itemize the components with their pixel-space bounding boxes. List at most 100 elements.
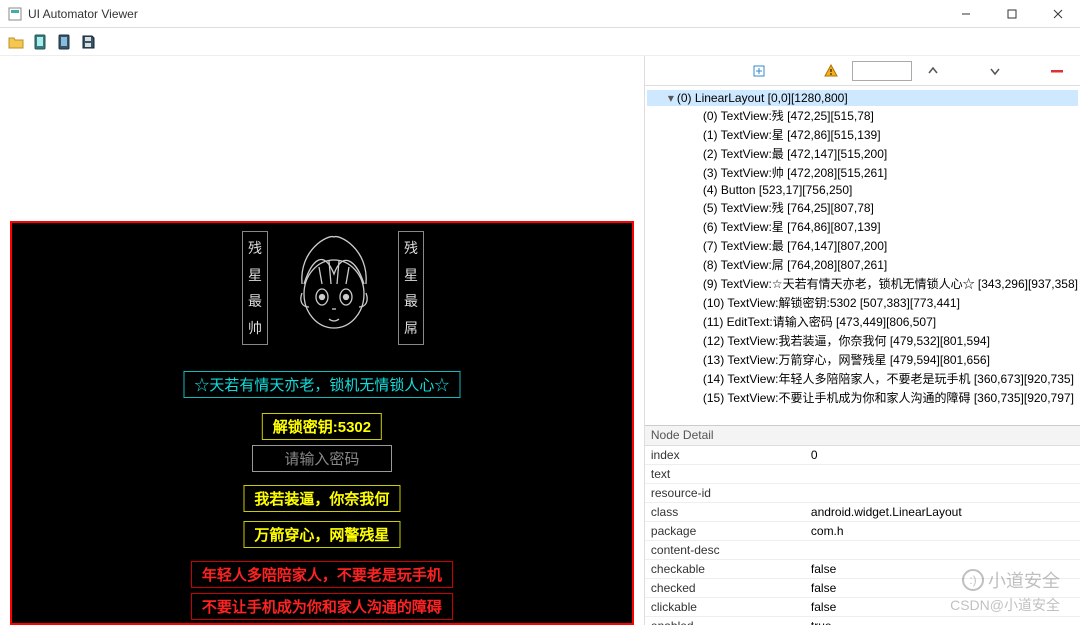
titlebar: UI Automator Viewer: [0, 0, 1080, 28]
detail-value: 0: [805, 446, 1080, 465]
detail-key: package: [645, 522, 805, 541]
detail-key: checkable: [645, 560, 805, 579]
tree-node-label: (0) LinearLayout [0,0][1280,800]: [677, 91, 848, 105]
hierarchy-tree[interactable]: ▾(0) LinearLayout [0,0][1280,800](0) Tex…: [645, 86, 1080, 425]
tree-node[interactable]: (11) EditText:请输入密码 [473,449][806,507]: [647, 312, 1078, 331]
collapse-all-button[interactable]: [1044, 60, 1070, 82]
tree-node-label: (5) TextView:残 [764,25][807,78]: [703, 201, 874, 215]
minimize-button[interactable]: [952, 4, 980, 24]
tree-node[interactable]: (13) TextView:万箭穿心，网警残星 [479,594][801,65…: [647, 350, 1078, 369]
vchar: 星: [248, 262, 262, 289]
next-match-button[interactable]: [982, 60, 1008, 82]
tree-node[interactable]: (1) TextView:星 [472,86][515,139]: [647, 125, 1078, 144]
save-button[interactable]: [78, 32, 98, 52]
tree-node-label: (2) TextView:最 [472,147][515,200]: [703, 147, 887, 161]
device-preview-pane: 残 星 最 帅: [0, 56, 645, 625]
dump-hierarchy-button[interactable]: [54, 32, 74, 52]
tree-node-label: (15) TextView:不要让手机成为你和家人沟通的障碍 [360,735]…: [703, 391, 1074, 405]
unlock-key-line: 解锁密钥:5302: [262, 413, 382, 440]
tree-node[interactable]: (0) TextView:残 [472,25][515,78]: [647, 106, 1078, 125]
detail-key: index: [645, 446, 805, 465]
tree-node[interactable]: (2) TextView:最 [472,147][515,200]: [647, 144, 1078, 163]
detail-value: true: [805, 617, 1080, 625]
tree-node-label: (1) TextView:星 [472,86][515,139]: [703, 128, 881, 142]
main-area: 残 星 最 帅: [0, 56, 1080, 625]
detail-row: enabledtrue: [645, 617, 1080, 625]
detail-value: false: [805, 560, 1080, 579]
detail-row: text: [645, 465, 1080, 484]
warning-icon[interactable]: [818, 60, 844, 82]
vchar: 星: [404, 262, 418, 289]
detail-value: false: [805, 598, 1080, 617]
detail-row: checkedfalse: [645, 579, 1080, 598]
arrow-line: 万箭穿心，网警残星: [243, 521, 400, 548]
tree-node-label: (4) Button [523,17][756,250]: [703, 183, 852, 197]
detail-value: android.widget.LinearLayout: [805, 503, 1080, 522]
tree-node-label: (8) TextView:屌 [764,208][807,261]: [703, 258, 887, 272]
detail-row: clickablefalse: [645, 598, 1080, 617]
tree-node-label: (14) TextView:年轻人多陪陪家人，不要老是玩手机 [360,673]…: [703, 372, 1074, 386]
tree-node-label: (12) TextView:我若装逼，你奈我何 [479,532][801,59…: [703, 334, 990, 348]
vchar: 屌: [404, 315, 418, 342]
detail-key: enabled: [645, 617, 805, 625]
node-detail-header: Node Detail: [645, 426, 1080, 446]
collapse-icon[interactable]: ▾: [665, 91, 677, 105]
vchar: 残: [404, 235, 418, 262]
tree-node[interactable]: (9) TextView:☆天若有情天亦老，锁机无情锁人心☆ [343,296]…: [647, 274, 1078, 293]
tree-node[interactable]: (4) Button [523,17][756,250]: [647, 182, 1078, 198]
tree-node[interactable]: (8) TextView:屌 [764,208][807,261]: [647, 255, 1078, 274]
detail-value: [805, 484, 1080, 503]
vchar: 残: [248, 235, 262, 262]
device-frame: 残 星 最 帅: [10, 221, 634, 625]
right-pane: ▾(0) LinearLayout [0,0][1280,800](0) Tex…: [645, 56, 1080, 625]
tree-node-label: (10) TextView:解锁密钥:5302 [507,383][773,44…: [703, 296, 960, 310]
detail-row: checkablefalse: [645, 560, 1080, 579]
detail-value: false: [805, 579, 1080, 598]
tree-node[interactable]: (10) TextView:解锁密钥:5302 [507,383][773,44…: [647, 293, 1078, 312]
tree-node-label: (7) TextView:最 [764,147][807,200]: [703, 239, 887, 253]
tree-node[interactable]: ▾(0) LinearLayout [0,0][1280,800]: [647, 90, 1078, 106]
boast-line: 我若装逼，你奈我何: [243, 485, 400, 512]
device-screenshot-button[interactable]: [30, 32, 50, 52]
tree-node[interactable]: (6) TextView:星 [764,86][807,139]: [647, 217, 1078, 236]
node-detail-table: index0textresource-idclassandroid.widget…: [645, 446, 1080, 625]
anime-face-image: [284, 229, 384, 349]
app-icon: [8, 7, 22, 21]
maximize-button[interactable]: [998, 4, 1026, 24]
tree-toolbar: [645, 56, 1080, 86]
tree-node[interactable]: (3) TextView:帅 [472,208][515,261]: [647, 163, 1078, 182]
tree-node-label: (6) TextView:星 [764,86][807,139]: [703, 220, 881, 234]
vertical-text-left: 残 星 最 帅: [242, 231, 268, 345]
vertical-text-right: 残 星 最 屌: [398, 231, 424, 345]
tree-node-label: (3) TextView:帅 [472,208][515,261]: [703, 166, 887, 180]
toolbar: [0, 28, 1080, 56]
password-input[interactable]: 请输入密码: [252, 445, 392, 472]
tree-node-label: (11) EditText:请输入密码 [473,449][806,507]: [703, 315, 936, 329]
vchar: 最: [404, 288, 418, 315]
detail-row: content-desc: [645, 541, 1080, 560]
family-line-2: 不要让手机成为你和家人沟通的障碍: [191, 593, 453, 620]
detail-row: packagecom.h: [645, 522, 1080, 541]
family-line-1: 年轻人多陪陪家人，不要老是玩手机: [191, 561, 453, 588]
expand-all-button[interactable]: [746, 60, 772, 82]
detail-row: classandroid.widget.LinearLayout: [645, 503, 1080, 522]
detail-value: [805, 465, 1080, 484]
open-folder-button[interactable]: [6, 32, 26, 52]
vchar: 最: [248, 288, 262, 315]
detail-key: clickable: [645, 598, 805, 617]
tree-node[interactable]: (15) TextView:不要让手机成为你和家人沟通的障碍 [360,735]…: [647, 388, 1078, 407]
search-field[interactable]: [852, 61, 912, 81]
detail-row: resource-id: [645, 484, 1080, 503]
prev-match-button[interactable]: [920, 60, 946, 82]
detail-key: resource-id: [645, 484, 805, 503]
detail-row: index0: [645, 446, 1080, 465]
node-detail-pane: Node Detail index0textresource-idclassan…: [645, 425, 1080, 625]
tree-node-label: (9) TextView:☆天若有情天亦老，锁机无情锁人心☆ [343,296]…: [703, 277, 1078, 291]
tree-node[interactable]: (14) TextView:年轻人多陪陪家人，不要老是玩手机 [360,673]…: [647, 369, 1078, 388]
tree-node[interactable]: (5) TextView:残 [764,25][807,78]: [647, 198, 1078, 217]
detail-key: content-desc: [645, 541, 805, 560]
tree-node[interactable]: (12) TextView:我若装逼，你奈我何 [479,532][801,59…: [647, 331, 1078, 350]
tree-node[interactable]: (7) TextView:最 [764,147][807,200]: [647, 236, 1078, 255]
window-title: UI Automator Viewer: [28, 7, 138, 21]
close-button[interactable]: [1044, 4, 1072, 24]
